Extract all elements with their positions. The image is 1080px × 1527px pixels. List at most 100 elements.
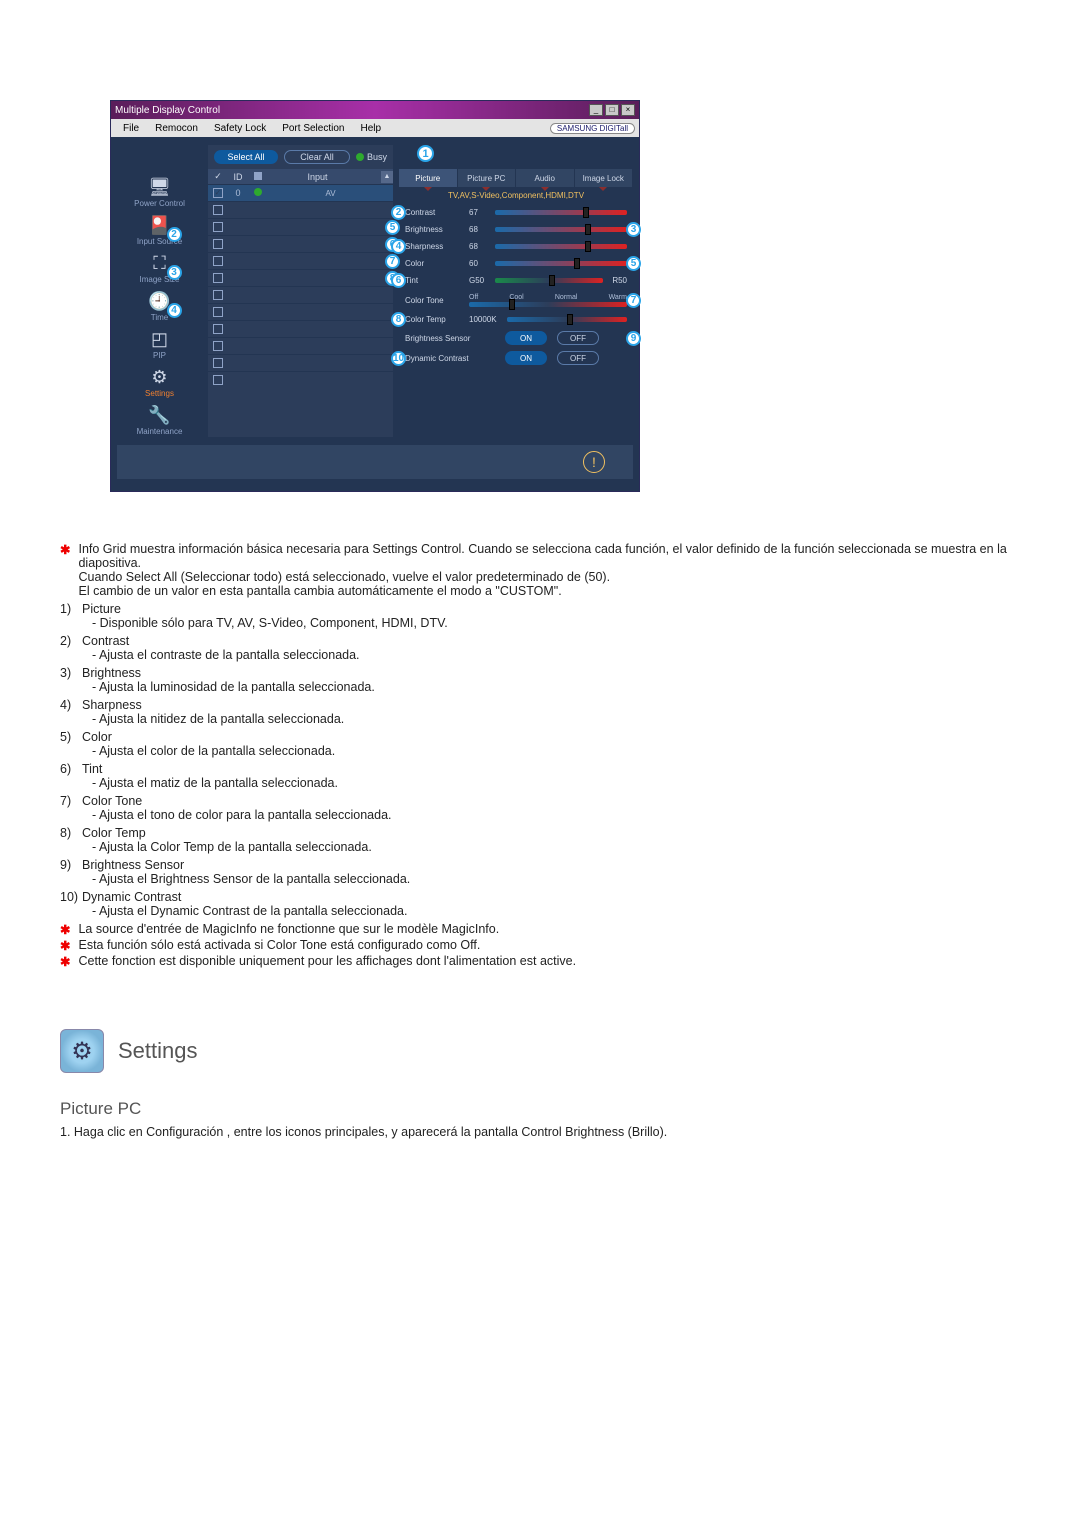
- grid-head-input: Input: [268, 172, 381, 182]
- brightness-sensor-on-button[interactable]: ON: [505, 331, 547, 345]
- slider-thumb[interactable]: [574, 258, 580, 269]
- grid-row[interactable]: 0AV: [208, 184, 393, 201]
- star-icon: ✱: [60, 922, 70, 937]
- color-temp-slider[interactable]: [507, 317, 627, 322]
- grid-row[interactable]: [208, 303, 393, 320]
- tab-image-lock[interactable]: Image Lock: [575, 169, 634, 187]
- sidebar-item-maintenance[interactable]: 🔧 Maintenance: [120, 401, 200, 437]
- dynamic-contrast-off-button[interactable]: OFF: [557, 351, 599, 365]
- close-icon[interactable]: ×: [621, 104, 635, 116]
- checkbox[interactable]: [213, 222, 223, 232]
- sharpness-slider[interactable]: [495, 244, 627, 249]
- grid-row[interactable]: [208, 286, 393, 303]
- grid-row[interactable]: [208, 337, 393, 354]
- color-tone-label: Color Tone: [405, 296, 469, 305]
- note-text: Cuando Select All (Seleccionar todo) est…: [78, 570, 1020, 584]
- grid-row[interactable]: [208, 201, 393, 218]
- contrast-row: 2 Contrast 67: [405, 204, 627, 221]
- color-label: Color: [405, 259, 469, 268]
- slider-thumb[interactable]: [567, 314, 573, 325]
- doc-item: 1)Picture- Disponible sólo para TV, AV, …: [60, 602, 1020, 630]
- slider-thumb[interactable]: [585, 241, 591, 252]
- slider-thumb[interactable]: [583, 207, 589, 218]
- sidebar-item-time[interactable]: 🕘 Time 4: [120, 287, 200, 323]
- tab-picture-pc[interactable]: Picture PC: [458, 169, 517, 187]
- checkbox[interactable]: [213, 324, 223, 334]
- item-number: 9): [60, 858, 82, 886]
- checkbox[interactable]: [213, 256, 223, 266]
- scroll-up-icon[interactable]: ▲: [381, 171, 393, 183]
- callout-badge: 5: [626, 256, 641, 271]
- callout-badge: 5: [385, 220, 400, 235]
- item-title: Color Tone: [82, 794, 1020, 808]
- menu-safety-lock[interactable]: Safety Lock: [206, 123, 274, 134]
- sidebar-label: Image Size: [120, 275, 200, 285]
- grid-row[interactable]: [208, 371, 393, 388]
- tab-label: Audio: [535, 174, 555, 183]
- minimize-icon[interactable]: _: [589, 104, 603, 116]
- menu-remocon[interactable]: Remocon: [147, 123, 206, 134]
- checkbox[interactable]: [213, 341, 223, 351]
- grid-row[interactable]: [208, 354, 393, 371]
- clear-all-button[interactable]: Clear All: [284, 150, 350, 164]
- tabs: Picture Picture PC Audio Image Lock: [399, 169, 633, 187]
- slider-thumb[interactable]: [585, 224, 591, 235]
- checkbox[interactable]: [213, 188, 223, 198]
- sidebar-item-image-size[interactable]: ⛶ Image Size 3: [120, 249, 200, 285]
- monitor-icon: 🖥: [143, 173, 177, 201]
- brightness-slider[interactable]: [495, 227, 627, 232]
- slider-thumb[interactable]: [549, 275, 555, 286]
- grid-row[interactable]: 6: [208, 235, 393, 252]
- menu-port-selection[interactable]: Port Selection: [274, 123, 352, 134]
- checkbox[interactable]: [213, 273, 223, 283]
- brightness-sensor-off-button[interactable]: OFF: [557, 331, 599, 345]
- star-icon: ✱: [60, 938, 70, 953]
- dynamic-contrast-on-button[interactable]: ON: [505, 351, 547, 365]
- menu-file[interactable]: File: [115, 123, 147, 134]
- sidebar-item-power-control[interactable]: 🖥 Power Control: [120, 173, 200, 209]
- tint-value-g: G50: [469, 276, 495, 285]
- note-text: Info Grid muestra información básica nec…: [78, 542, 1020, 570]
- checkbox[interactable]: [213, 375, 223, 385]
- checkbox[interactable]: [213, 290, 223, 300]
- item-desc: - Ajusta la Color Temp de la pantalla se…: [82, 840, 1020, 854]
- tint-label: Tint: [405, 276, 469, 285]
- section-title: Settings: [118, 1038, 198, 1064]
- checkbox[interactable]: [213, 307, 223, 317]
- item-desc: - Ajusta el matiz de la pantalla selecci…: [82, 776, 1020, 790]
- grid-row[interactable]: 8: [208, 269, 393, 286]
- item-number: 1): [60, 602, 82, 630]
- menu-help[interactable]: Help: [352, 123, 389, 134]
- busy-indicator: Busy: [356, 152, 387, 162]
- tab-picture[interactable]: Picture: [399, 169, 458, 187]
- item-number: 10): [60, 890, 82, 918]
- color-tone-slider[interactable]: [469, 302, 627, 307]
- callout-badge: 7: [626, 293, 641, 308]
- slider-thumb[interactable]: [509, 299, 515, 310]
- doc-item: 6)Tint- Ajusta el matiz de la pantalla s…: [60, 762, 1020, 790]
- callout-badge: 2: [167, 227, 182, 242]
- checkbox[interactable]: [213, 239, 223, 249]
- select-all-button[interactable]: Select All: [214, 150, 278, 164]
- busy-dot-icon: [356, 153, 364, 161]
- wrench-icon: 🔧: [143, 401, 177, 429]
- tab-audio[interactable]: Audio: [516, 169, 575, 187]
- grid-row[interactable]: 7: [208, 252, 393, 269]
- sidebar-item-settings[interactable]: ⚙ Settings: [120, 363, 200, 399]
- contrast-slider[interactable]: [495, 210, 627, 215]
- item-desc: - Ajusta el Brightness Sensor de la pant…: [82, 872, 1020, 886]
- sidebar-label: Time: [120, 313, 200, 323]
- grid-row[interactable]: [208, 320, 393, 337]
- window-title: Multiple Display Control: [115, 105, 589, 116]
- checkbox[interactable]: [213, 205, 223, 215]
- tint-slider[interactable]: [495, 278, 603, 283]
- grid-row[interactable]: 5: [208, 218, 393, 235]
- tab-label: Picture PC: [467, 174, 505, 183]
- color-slider[interactable]: [495, 261, 627, 266]
- maximize-icon[interactable]: □: [605, 104, 619, 116]
- sidebar-item-input-source[interactable]: 🎴 Input Source 2: [120, 211, 200, 247]
- star-icon: ✱: [60, 542, 70, 557]
- checkbox[interactable]: [213, 358, 223, 368]
- brightness-sensor-row: Brightness Sensor ON OFF 9: [405, 328, 627, 348]
- sidebar-item-pip[interactable]: ◰ PIP: [120, 325, 200, 361]
